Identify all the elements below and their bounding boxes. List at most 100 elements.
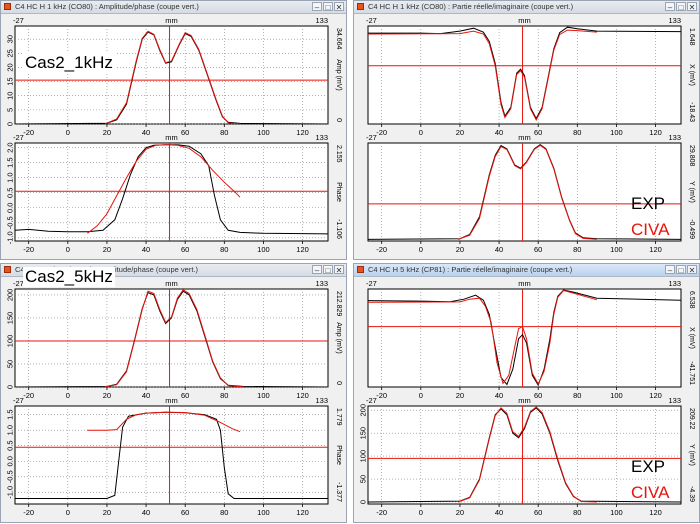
y-max-label: 1.648 [688,28,695,46]
y-axis-label: Phase [335,445,342,465]
x-tick-label: 0 [66,128,70,137]
x-unit-label: mm [165,279,178,288]
legend-civa: CIVA [631,220,670,239]
plot-area [14,142,329,242]
x-tick-label: 60 [181,128,189,137]
y-axis-label: Y (mV) [688,444,695,466]
y-tick-label: 100 [359,450,368,463]
plot-area [14,405,329,505]
x-tick-label: 100 [257,128,270,137]
x-tick-label: 120 [296,508,309,517]
x-tick-label: 40 [142,391,150,400]
x-tick-label: 120 [649,508,662,517]
x-tick-label: -20 [23,245,34,254]
x-range-max-label: 133 [315,16,328,25]
legend-exp: EXP [631,457,666,476]
x-tick-label: 60 [181,245,189,254]
y-max-label: 2.155 [335,145,342,163]
y-tick-label: 0 [6,385,15,389]
x-range-min-label: -27 [13,396,24,405]
plot-w1_bot: -20 0 20 40 60 80 100 120 -1.0 -0.5 0.0 0.5 1.0 1.5 2.… [6,133,343,254]
x-tick-label: 0 [419,128,423,137]
x-range-min-label: -27 [13,16,24,25]
x-tick-label: -20 [376,245,387,254]
x-tick-label: 20 [103,245,111,254]
x-tick-label: -20 [376,391,387,400]
y-tick-label: 200 [6,289,15,302]
x-tick-label: -20 [23,391,34,400]
x-tick-label: 80 [573,508,581,517]
x-tick-label: -20 [23,508,34,517]
x-tick-label: 120 [296,128,309,137]
x-tick-label: 80 [220,128,228,137]
y-tick-label: 15 [6,77,15,85]
x-unit-label: mm [518,279,531,288]
plot-w2_top: -20 0 20 40 60 80 100 120 -27 mm 133 1.648 X (mV) -18… [366,16,695,137]
plot-w1_top: -20 0 20 40 60 80 100 120 0 5 10 15 20 25 30 -27 mm 133 34… [6,16,343,137]
x-tick-label: 40 [495,391,503,400]
x-unit-label: mm [165,133,178,142]
x-tick-label: 80 [573,245,581,254]
x-tick-label: 100 [610,245,623,254]
y-min-label: 0 [335,118,342,122]
y-axis-label: Amp (mV) [335,322,342,354]
y-tick-label: 0.5 [6,440,15,450]
plots-amp-phase-5khz: -20 0 20 40 60 80 100 120050100150200-27 mm 13321… [6,279,343,517]
y-max-label: 29.808 [688,145,695,167]
window-amp-phase-5khz[interactable]: C4 HC H 5 kHz (CP81) : Amplitude/phase (… [0,263,347,523]
y-min-label: 0 [335,381,342,385]
x-tick-label: 100 [257,508,270,517]
x-unit-label: mm [165,16,178,25]
x-unit-label: mm [165,396,178,405]
x-tick-label: 100 [610,128,623,137]
y-max-label: 6.538 [688,291,695,309]
y-min-label: -1.106 [335,219,342,239]
y-max-label: 1.779 [335,408,342,426]
legend-civa: CIVA [631,483,670,502]
legend-exp: EXP [631,194,666,213]
x-tick-label: -20 [376,128,387,137]
y-max-label: 34.664 [335,28,342,50]
x-tick-label: 20 [103,508,111,517]
x-range-min-label: -27 [366,396,377,405]
x-tick-label: 120 [649,391,662,400]
y-max-label: 212.829 [335,291,342,316]
x-range-max-label: 133 [668,279,681,288]
x-tick-label: 60 [534,508,542,517]
y-tick-label: 50 [6,360,15,368]
x-range-min-label: -27 [366,133,377,142]
x-tick-label: 60 [181,508,189,517]
x-tick-label: 120 [296,245,309,254]
plot-area [14,288,329,388]
plot-w4_top: -20 0 20 40 60 80 100 120 -27 mm 133 6.538 X (mV) -41… [366,279,695,400]
x-tick-label: 60 [534,391,542,400]
x-tick-label: 60 [181,391,189,400]
x-range-max-label: 133 [668,396,681,405]
y-tick-label: 2.0 [6,142,15,152]
plots-amp-phase-1khz: -20 0 20 40 60 80 100 120 0 5 10 15 20 25 30 -27 mm 133 34… [6,16,343,254]
x-range-min-label: -27 [13,133,24,142]
x-tick-label: 20 [103,128,111,137]
y-min-label: -0.499 [688,219,695,239]
x-tick-label: 80 [220,245,228,254]
y-tick-label: 100 [6,335,15,348]
x-tick-label: 40 [142,508,150,517]
y-axis-label: Y (mV) [688,181,695,203]
window-amp-phase-1khz[interactable]: C4 HC H 1 kHz (CO80) : Amplitude/phase (… [0,0,347,260]
x-tick-label: 100 [257,245,270,254]
window-real-imag-5khz[interactable]: C4 HC H 5 kHz (CP81) : Partie réelle/ima… [353,263,700,523]
window-real-imag-1khz[interactable]: C4 HC H 1 kHz (CO80) : Partie réelle/ima… [353,0,700,260]
x-tick-label: 120 [649,128,662,137]
y-tick-label: 150 [6,312,15,325]
plot-w3_top: -20 0 20 40 60 80 100 120050100150200-27 mm 13321… [6,279,343,400]
x-range-max-label: 133 [668,16,681,25]
x-tick-label: 20 [456,508,464,517]
y-axis-label: X (mV) [688,64,695,86]
case-label: Cas2_5kHz [23,267,115,287]
y-tick-label: 10 [6,92,15,100]
x-tick-label: 80 [220,391,228,400]
x-unit-label: mm [518,16,531,25]
x-unit-label: mm [518,133,531,142]
x-tick-label: 60 [534,245,542,254]
y-axis-label: Amp (mV) [335,59,342,91]
